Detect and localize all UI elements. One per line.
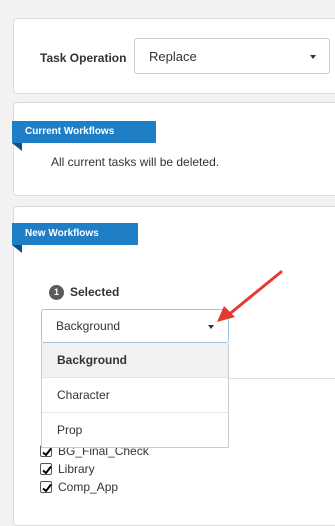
task-operation-select[interactable]: Replace: [134, 38, 330, 74]
current-workflows-panel: Current Workflows All current tasks will…: [12, 102, 335, 196]
divider: [229, 378, 335, 379]
ribbon-fold: [12, 245, 22, 253]
task-operation-value: Replace: [149, 49, 197, 64]
step-number-badge: 1: [49, 285, 64, 300]
annotation-arrow: [217, 270, 283, 322]
workflow-select-value: Background: [56, 319, 121, 333]
checkbox-label: Library: [58, 462, 95, 476]
workflow-select[interactable]: Background: [41, 309, 229, 343]
checkmark-icon: [42, 483, 52, 493]
checkmark-icon: [42, 465, 52, 475]
task-operation-label: Task Operation: [40, 51, 127, 65]
workflow-dropdown-menu: Background Character Prop: [41, 343, 229, 448]
dropdown-option-prop[interactable]: Prop: [42, 413, 228, 448]
checkbox-label: Comp_App: [58, 480, 119, 494]
new-workflows-title: New Workflows: [25, 228, 99, 239]
current-workflows-title: Current Workflows: [25, 126, 115, 137]
dropdown-option-background[interactable]: Background: [42, 343, 228, 378]
new-workflows-ribbon: New Workflows: [12, 223, 138, 245]
current-workflows-message: All current tasks will be deleted.: [51, 155, 220, 169]
chevron-down-icon: [310, 55, 316, 59]
checkbox[interactable]: [40, 463, 52, 475]
ribbon-fold: [12, 143, 22, 151]
checkbox[interactable]: [40, 481, 52, 493]
dropdown-option-character[interactable]: Character: [42, 378, 228, 413]
chevron-down-icon: [208, 325, 214, 329]
new-workflows-panel: New Workflows 1 Selected Background Back…: [12, 206, 335, 526]
current-workflows-ribbon: Current Workflows: [12, 121, 156, 143]
step-label: Selected: [70, 285, 120, 299]
task-operation-panel: Task Operation Replace: [13, 18, 335, 94]
